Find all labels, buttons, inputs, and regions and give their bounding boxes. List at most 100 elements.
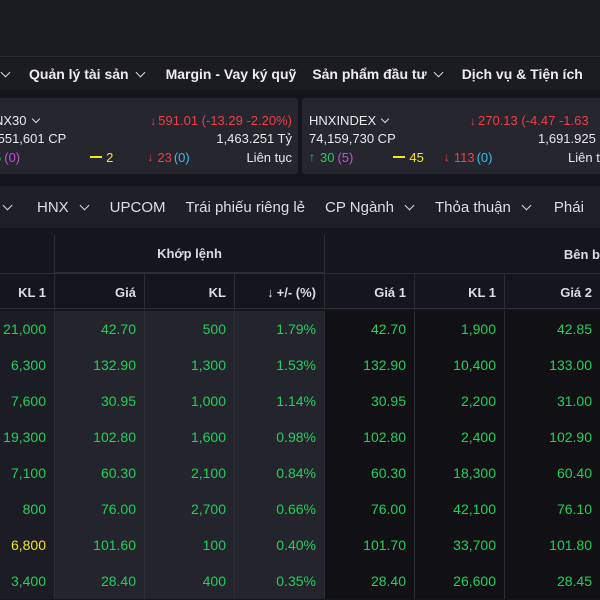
tab-industry[interactable]: CP Ngành: [325, 199, 415, 216]
cell-buy-price2: 42.85: [504, 311, 600, 347]
tab-label: Phái: [553, 198, 584, 216]
floor-count: (0): [476, 149, 493, 165]
tab-label: Trái phiếu riêng lẻ: [185, 198, 306, 216]
table-body: 21,000 42.70 500 1.79% 42.70 1,900 42.85 6,300 1…: [0, 311, 600, 599]
cell-buy-price2: 28.45: [504, 563, 600, 599]
cell-price: 42.70: [54, 311, 144, 347]
tab-private-bonds[interactable]: Trái phiếu riêng lẻ: [186, 199, 306, 216]
cell-price: 102.80: [54, 419, 144, 455]
tab-derivatives[interactable]: Phái: [554, 199, 584, 216]
header-label: KL: [208, 284, 226, 300]
arrow-down-icon: ↓: [147, 150, 154, 164]
cell-change: 1.14%: [234, 383, 324, 419]
group-buy-side: Bên b: [324, 235, 600, 273]
chevron-down-icon: [404, 200, 415, 210]
tab-upcom[interactable]: UPCOM: [110, 199, 166, 216]
arrow-up-icon: ↑: [309, 150, 315, 164]
col-header-change[interactable]: ↓ +/- (%): [234, 274, 324, 310]
tab-negotiated[interactable]: Thỏa thuận: [434, 198, 532, 216]
cell-price: 28.40: [54, 563, 144, 599]
menu-label: Margin - Vay ký quỹ: [165, 66, 297, 82]
chevron-down-icon[interactable]: [380, 114, 390, 123]
cell-buy-price1: 102.80: [324, 419, 414, 455]
cell-price: 76.00: [54, 491, 144, 527]
chevron-down-icon[interactable]: [0, 67, 11, 77]
chevron-down-icon[interactable]: [31, 114, 40, 123]
menu-services[interactable]: Dịch vụ & Tiện ích: [462, 66, 583, 82]
cell-volume: 2,100: [144, 455, 234, 491]
cell-price: 30.95: [54, 383, 144, 419]
table-row[interactable]: 6,300 132.90 1,300 1.53% 132.90 10,400 133.00: [0, 347, 600, 383]
cell-buy-price1: 101.70: [324, 527, 414, 563]
table-row[interactable]: 21,000 42.70 500 1.79% 42.70 1,900 42.85: [0, 311, 600, 347]
cell-kl1-sell: 800: [0, 491, 54, 527]
index-card-hnxindex[interactable]: HNXINDEX ↓ 270.13 (-4.47 -1.63 74,159,730…: [302, 98, 600, 174]
cell-buy-price1: 42.70: [324, 311, 414, 347]
index-card-hnx30[interactable]: NX30 ↓591.01 (-13.29 -2.20%) ,551,601 CP…: [0, 98, 298, 174]
cell-buy-price2: 101.80: [504, 527, 600, 563]
cell-volume: 1,600: [144, 419, 234, 455]
table-row[interactable]: 7,100 60.30 2,100 0.84% 60.30 18,300 60.40: [0, 455, 600, 491]
column-group-header: Khớp lệnh Bên b: [0, 235, 600, 273]
cell-change: 0.84%: [234, 455, 324, 491]
cell-kl1-sell: 6,300: [0, 347, 54, 383]
unchanged-icon: [90, 156, 103, 158]
cell-buy-volume1: 1,900: [414, 311, 504, 347]
cell-volume: 400: [144, 563, 234, 599]
tab-previous-chevron[interactable]: [2, 200, 13, 210]
table-row[interactable]: 3,400 28.40 400 0.35% 28.40 26,600 28.45: [0, 563, 600, 599]
cell-buy-volume1: 18,300: [414, 455, 504, 491]
col-header-kl1-sell[interactable]: KL 1: [0, 274, 54, 310]
unchanged-count: 2: [106, 149, 114, 165]
chevron-down-icon: [79, 200, 90, 210]
cell-buy-volume1: 10,400: [414, 347, 504, 383]
col-header-price[interactable]: Giá: [54, 274, 144, 310]
col-header-volume[interactable]: KL: [144, 274, 234, 310]
declines-count: 23: [157, 149, 172, 165]
table-row[interactable]: 6,800 101.60 100 0.40% 101.70 33,700 101.80: [0, 527, 600, 563]
table-row[interactable]: 7,600 30.95 1,000 1.14% 30.95 2,200 31.00: [0, 383, 600, 419]
sort-arrow-down-icon[interactable]: ↓: [267, 285, 274, 300]
unchanged-icon: [393, 156, 406, 158]
col-header-buy-volume1[interactable]: KL 1: [414, 274, 504, 310]
group-empty: [0, 235, 54, 273]
group-label: Khớp lệnh: [157, 246, 222, 261]
tab-hnx[interactable]: HNX: [37, 198, 90, 216]
unchanged-count: 45: [409, 149, 424, 165]
chevron-down-icon: [135, 67, 146, 77]
menu-label: Dịch vụ & Tiện ích: [461, 66, 583, 82]
cell-price: 60.30: [54, 455, 144, 491]
index-value: 1,463.251 Tỷ: [216, 130, 292, 146]
header-label: +/- (%): [276, 284, 316, 300]
cell-kl1-sell: 19,300: [0, 419, 54, 455]
cell-change: 0.35%: [234, 563, 324, 599]
col-header-buy-price2[interactable]: Giá 2: [504, 274, 600, 310]
header-label: Giá: [115, 284, 136, 300]
cell-kl1-sell: 21,000: [0, 311, 54, 347]
cell-volume: 500: [144, 311, 234, 347]
table-row[interactable]: 19,300 102.80 1,600 0.98% 102.80 2,400 102.90: [0, 419, 600, 455]
cell-volume: 100: [144, 527, 234, 563]
cell-buy-price2: 60.40: [504, 455, 600, 491]
table-row[interactable]: 800 76.00 2,700 0.66% 76.00 42,100 76.10: [0, 491, 600, 527]
main-menu-bar: Quản lý tài sản Margin - Vay ký quỹ Sản …: [0, 58, 600, 90]
cell-buy-price1: 60.30: [324, 455, 414, 491]
chevron-down-icon: [521, 200, 532, 210]
cell-buy-volume1: 2,200: [414, 383, 504, 419]
arrow-down-icon: ↓: [443, 150, 450, 164]
header-label: KL 1: [468, 284, 496, 300]
ceiling-count: (5): [337, 149, 354, 165]
group-matched-orders: Khớp lệnh: [54, 235, 324, 273]
menu-investment-products[interactable]: Sản phẩm đầu tư: [312, 66, 444, 82]
ceiling-count: (0): [4, 149, 21, 165]
tab-label: Thỏa thuận: [434, 198, 511, 216]
header-label: Giá 1: [374, 284, 406, 300]
menu-asset-management[interactable]: Quản lý tài sản: [29, 66, 146, 82]
menu-label: Quản lý tài sản: [29, 66, 129, 82]
tab-label: HNX: [37, 198, 69, 216]
menu-margin[interactable]: Margin - Vay ký quỹ: [166, 66, 297, 82]
index-volume: ,551,601 CP: [0, 130, 67, 146]
cell-change: 1.79%: [234, 311, 324, 347]
index-name: HNXINDEX: [309, 112, 377, 128]
col-header-buy-price1[interactable]: Giá 1: [324, 274, 414, 310]
